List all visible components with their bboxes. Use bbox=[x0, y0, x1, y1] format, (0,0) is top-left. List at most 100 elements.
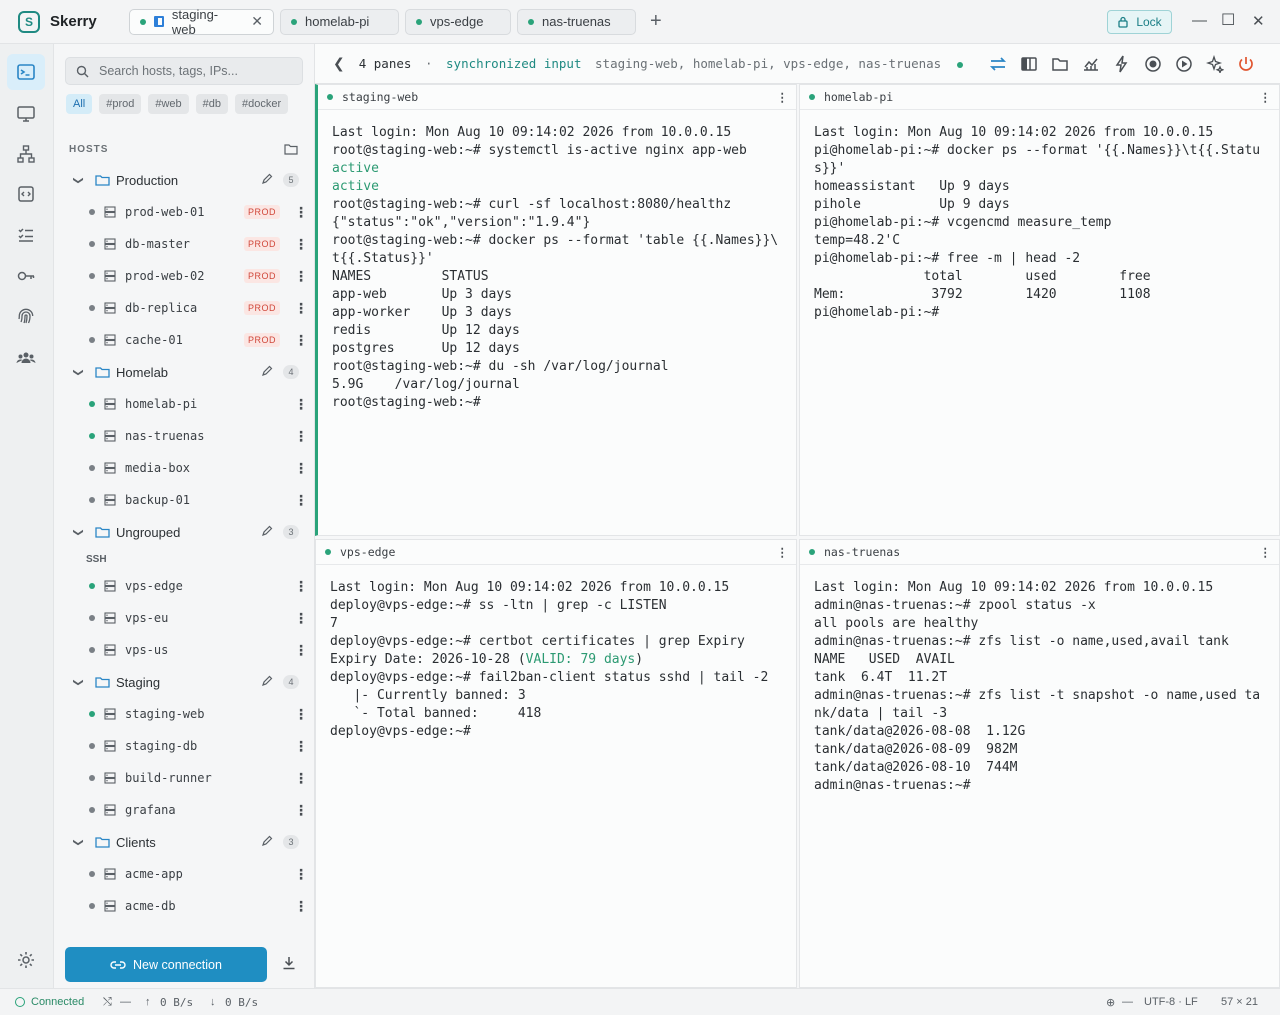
group-production[interactable]: ❯ Production 5 bbox=[54, 164, 315, 196]
host-item-acme-app[interactable]: acme-app ⋮ bbox=[54, 858, 315, 890]
more-options-icon[interactable]: ⋮ bbox=[294, 396, 308, 413]
more-options-icon[interactable]: ⋮ bbox=[294, 236, 308, 253]
tag-all[interactable]: All bbox=[66, 94, 93, 114]
host-item-vps-edge[interactable]: vps-edge ⋮ bbox=[54, 570, 315, 602]
tag-docker[interactable]: #docker bbox=[235, 94, 289, 114]
search-box[interactable] bbox=[65, 57, 303, 85]
host-item-build-runner[interactable]: build-runner ⋮ bbox=[54, 762, 315, 794]
split-pane-icon[interactable] bbox=[1013, 54, 1044, 74]
more-options-icon[interactable]: ⋮ bbox=[294, 610, 308, 627]
key-nav-icon[interactable] bbox=[7, 258, 45, 294]
code-nav-icon[interactable] bbox=[7, 176, 45, 212]
pencil-icon[interactable] bbox=[261, 173, 273, 185]
host-item-vps-us[interactable]: vps-us ⋮ bbox=[54, 634, 315, 666]
ai-sparkle-icon[interactable] bbox=[1199, 54, 1230, 74]
pencil-icon[interactable] bbox=[261, 365, 273, 377]
host-item-db-master[interactable]: db-master PROD ⋮ bbox=[54, 228, 315, 260]
tag-web[interactable]: #web bbox=[148, 94, 189, 114]
power-icon[interactable] bbox=[1230, 54, 1261, 74]
pencil-icon[interactable] bbox=[261, 675, 273, 687]
group-staging[interactable]: ❯ Staging 4 bbox=[54, 666, 315, 698]
terminal-nav-icon[interactable] bbox=[7, 54, 45, 90]
host-item-nas-truenas[interactable]: nas-truenas ⋮ bbox=[54, 420, 315, 452]
add-tab-button[interactable]: + bbox=[650, 10, 662, 33]
globe-icon[interactable]: ⊕ bbox=[1106, 996, 1115, 1009]
more-options-icon[interactable]: ⋮ bbox=[294, 770, 308, 787]
more-options-icon[interactable]: ⋮ bbox=[777, 545, 789, 559]
more-options-icon[interactable]: ⋮ bbox=[294, 268, 308, 285]
more-options-icon[interactable]: ⋮ bbox=[294, 492, 308, 509]
search-input[interactable] bbox=[99, 64, 289, 78]
more-options-icon[interactable]: ⋮ bbox=[294, 460, 308, 477]
terminal-pane-nas-truenas[interactable]: nas-truenas ⋮ Last login: Mon Aug 10 09:14… bbox=[799, 539, 1280, 988]
host-item-prod-web-02[interactable]: prod-web-02 PROD ⋮ bbox=[54, 260, 315, 292]
host-item-vps-eu[interactable]: vps-eu ⋮ bbox=[54, 602, 315, 634]
group-ungrouped[interactable]: ❯ Ungrouped 3 bbox=[54, 516, 315, 548]
host-item-staging-web[interactable]: staging-web ⋮ bbox=[54, 698, 315, 730]
more-options-icon[interactable]: ⋮ bbox=[294, 204, 308, 221]
chevron-down-icon[interactable]: ❯ bbox=[73, 678, 84, 686]
group-homelab[interactable]: ❯ Homelab 4 bbox=[54, 356, 315, 388]
more-options-icon[interactable]: ⋮ bbox=[294, 428, 308, 445]
tab-nas-truenas[interactable]: nas-truenas bbox=[517, 8, 636, 35]
tab-vps-edge[interactable]: vps-edge bbox=[405, 8, 511, 35]
host-item-staging-db[interactable]: staging-db ⋮ bbox=[54, 730, 315, 762]
terminal-output[interactable]: Last login: Mon Aug 10 09:14:02 2026 fro… bbox=[800, 565, 1279, 795]
maximize-button[interactable]: ☐ bbox=[1221, 10, 1235, 30]
host-item-acme-db[interactable]: acme-db ⋮ bbox=[54, 890, 315, 922]
more-options-icon[interactable]: ⋮ bbox=[294, 738, 308, 755]
minimize-button[interactable]: — bbox=[1192, 12, 1207, 29]
tag-db[interactable]: #db bbox=[195, 94, 229, 114]
tab-staging-web[interactable]: staging-web ✕ bbox=[129, 7, 274, 37]
more-options-icon[interactable]: ⋮ bbox=[294, 578, 308, 595]
more-options-icon[interactable]: ⋮ bbox=[294, 642, 308, 659]
fingerprint-nav-icon[interactable] bbox=[7, 299, 45, 335]
host-item-prod-web-01[interactable]: prod-web-01 PROD ⋮ bbox=[54, 196, 315, 228]
chevron-down-icon[interactable]: ❯ bbox=[73, 176, 84, 184]
more-options-icon[interactable]: ⋮ bbox=[1260, 90, 1272, 104]
host-item-db-replica[interactable]: db-replica PROD ⋮ bbox=[54, 292, 315, 324]
chart-icon[interactable] bbox=[1075, 54, 1106, 74]
terminal-pane-staging-web[interactable]: staging-web ⋮ Last login: Mon Aug 10 09:14… bbox=[315, 84, 797, 536]
terminal-pane-homelab-pi[interactable]: homelab-pi ⋮ Last login: Mon Aug 10 09:14:… bbox=[799, 84, 1280, 536]
settings-gear-icon[interactable] bbox=[7, 942, 45, 978]
more-options-icon[interactable]: ⋮ bbox=[294, 866, 308, 883]
terminal-output[interactable]: Last login: Mon Aug 10 09:14:02 2026 fro… bbox=[318, 110, 796, 412]
host-item-grafana[interactable]: grafana ⋮ bbox=[54, 794, 315, 826]
checklist-nav-icon[interactable] bbox=[7, 217, 45, 253]
more-options-icon[interactable]: ⋮ bbox=[294, 706, 308, 723]
more-options-icon[interactable]: ⋮ bbox=[294, 300, 308, 317]
new-connection-button[interactable]: New connection bbox=[65, 947, 267, 982]
chevron-down-icon[interactable]: ❯ bbox=[73, 528, 84, 536]
new-folder-icon[interactable] bbox=[284, 143, 298, 155]
pencil-icon[interactable] bbox=[261, 835, 273, 847]
record-icon[interactable] bbox=[1137, 54, 1168, 74]
port-forward-icon[interactable]: ⤭ bbox=[103, 996, 112, 1009]
lightning-icon[interactable] bbox=[1106, 54, 1137, 74]
more-options-icon[interactable]: ⋮ bbox=[294, 332, 308, 349]
sync-arrows-icon[interactable] bbox=[982, 54, 1013, 74]
chevron-left-icon[interactable]: ❮ bbox=[333, 55, 345, 72]
pencil-icon[interactable] bbox=[261, 525, 273, 537]
host-item-backup-01[interactable]: backup-01 ⋮ bbox=[54, 484, 315, 516]
group-clients[interactable]: ❯ Clients 3 bbox=[54, 826, 315, 858]
close-window-button[interactable]: ✕ bbox=[1252, 12, 1265, 30]
tab-homelab-pi[interactable]: homelab-pi bbox=[280, 8, 399, 35]
terminal-output[interactable]: Last login: Mon Aug 10 09:14:02 2026 fro… bbox=[316, 565, 796, 741]
more-options-icon[interactable]: ⋮ bbox=[777, 90, 789, 104]
play-icon[interactable] bbox=[1168, 54, 1199, 74]
more-options-icon[interactable]: ⋮ bbox=[294, 898, 308, 915]
monitor-nav-icon[interactable] bbox=[7, 96, 45, 132]
chevron-down-icon[interactable]: ❯ bbox=[73, 368, 84, 376]
host-item-homelab-pi[interactable]: homelab-pi ⋮ bbox=[54, 388, 315, 420]
host-item-media-box[interactable]: media-box ⋮ bbox=[54, 452, 315, 484]
lock-button[interactable]: Lock bbox=[1107, 10, 1172, 34]
chevron-down-icon[interactable]: ❯ bbox=[73, 838, 84, 846]
terminal-pane-vps-edge[interactable]: vps-edge ⋮ Last login: Mon Aug 10 09:14:02… bbox=[315, 539, 797, 988]
encoding[interactable]: UTF-8 · LF bbox=[1144, 996, 1198, 1008]
close-icon[interactable]: ✕ bbox=[251, 13, 263, 30]
terminal-output[interactable]: Last login: Mon Aug 10 09:14:02 2026 fro… bbox=[800, 110, 1279, 322]
folder-icon[interactable] bbox=[1044, 54, 1075, 74]
tag-prod[interactable]: #prod bbox=[99, 94, 142, 114]
network-nav-icon[interactable] bbox=[7, 136, 45, 172]
